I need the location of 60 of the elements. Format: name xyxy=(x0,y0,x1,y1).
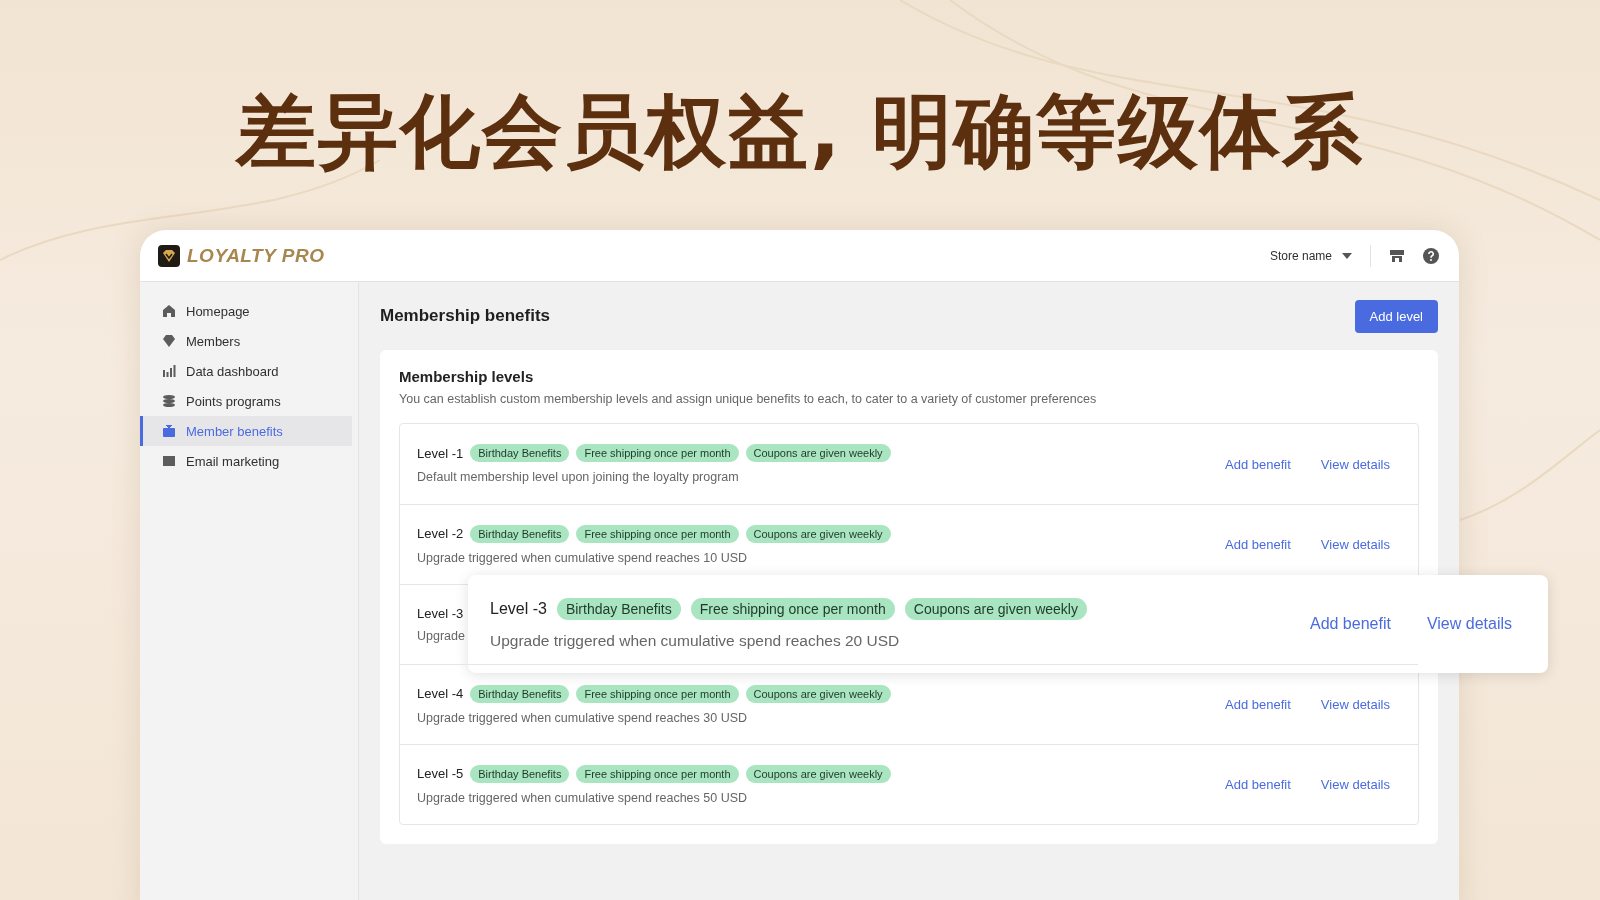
store-icon[interactable] xyxy=(1389,247,1405,264)
help-icon[interactable] xyxy=(1423,247,1439,264)
benefit-tag: Free shipping once per month xyxy=(576,684,739,703)
action-link[interactable]: Add benefit xyxy=(1225,456,1291,472)
level-name: Level -4 xyxy=(417,686,464,701)
sidebar-item[interactable]: Member benefits xyxy=(140,416,352,446)
level-description: Upgrade triggered when cumulative spend reaches 30 USD xyxy=(417,710,749,725)
action-link[interactable]: View details xyxy=(1426,615,1512,633)
card-description: You can establish custom membership levels and assign unique benefits to each, to cater to a variety of customer preferences xyxy=(399,392,1098,406)
page-title: Membership benefits xyxy=(380,306,551,326)
level-description: Upgrade xyxy=(417,629,465,643)
action-link[interactable]: Add benefit xyxy=(1225,777,1291,792)
benefit-tag: Coupons are given weekly xyxy=(745,764,891,783)
benefit-tag: Birthday Benefits xyxy=(470,764,570,783)
benefit-tag: Coupons are given weekly xyxy=(745,684,891,703)
benefit-tag: Coupons are given weekly xyxy=(745,524,891,543)
add-level-button[interactable]: Add level xyxy=(1354,299,1438,333)
benefit-tag: Free shipping once per month xyxy=(576,444,739,462)
level-name: Level -2 xyxy=(417,526,464,541)
action-link[interactable]: View details xyxy=(1320,456,1390,472)
card-title: Membership levels xyxy=(399,368,535,385)
action-link[interactable]: Add benefit xyxy=(1225,697,1291,712)
action-link[interactable]: Add benefit xyxy=(1309,615,1391,633)
logo-text: LOYALTY PRO xyxy=(187,244,325,267)
stack-icon xyxy=(162,394,176,408)
sidebar-item[interactable]: Points programs xyxy=(140,386,352,416)
diamond-icon xyxy=(162,334,176,348)
caret-icon xyxy=(1342,252,1352,259)
sidebar-item[interactable]: Homepage xyxy=(140,296,352,326)
benefit-tag: Coupons are given weekly xyxy=(904,598,1087,620)
level-description: Default membership level upon joining the loyalty program xyxy=(417,470,740,484)
benefit-tag: Birthday Benefits xyxy=(470,684,570,703)
sidebar-item[interactable]: Members xyxy=(140,326,352,356)
benefit-tag: Birthday Benefits xyxy=(556,598,681,620)
home-icon xyxy=(162,304,176,318)
action-link[interactable]: View details xyxy=(1320,697,1390,712)
action-link[interactable]: Add benefit xyxy=(1225,537,1291,552)
level-name: Level -1 xyxy=(417,445,464,461)
action-link[interactable]: View details xyxy=(1320,777,1390,792)
benefit-tag: Coupons are given weekly xyxy=(745,444,891,462)
headline: 差异化会员权益, 明确等级体系 xyxy=(235,84,1365,180)
level-name: Level -3 xyxy=(490,600,547,618)
level-name: Level -3 xyxy=(417,606,464,621)
sidebar-item[interactable]: Data dashboard xyxy=(140,356,352,386)
benefit-tag: Free shipping once per month xyxy=(576,764,739,783)
gift-icon xyxy=(162,424,176,438)
logo-icon xyxy=(158,244,180,267)
level-description: Upgrade triggered when cumulative spend reaches 10 USD xyxy=(417,550,749,565)
store-selector[interactable]: Store name xyxy=(1269,248,1352,263)
level-name: Level -5 xyxy=(417,766,464,781)
action-link[interactable]: View details xyxy=(1320,537,1390,552)
level-description: Upgrade triggered when cumulative spend reaches 50 USD xyxy=(417,790,749,805)
sidebar-item[interactable]: Email marketing xyxy=(140,446,352,476)
benefit-tag: Free shipping once per month xyxy=(690,598,895,620)
benefit-tag: Birthday Benefits xyxy=(470,524,570,543)
benefit-tag: Birthday Benefits xyxy=(470,444,570,462)
bar-chart-icon xyxy=(162,364,176,378)
level-description: Upgrade triggered when cumulative spend reaches 20 USD xyxy=(490,632,901,650)
mail-icon xyxy=(162,454,176,468)
benefit-tag: Free shipping once per month xyxy=(576,524,739,543)
